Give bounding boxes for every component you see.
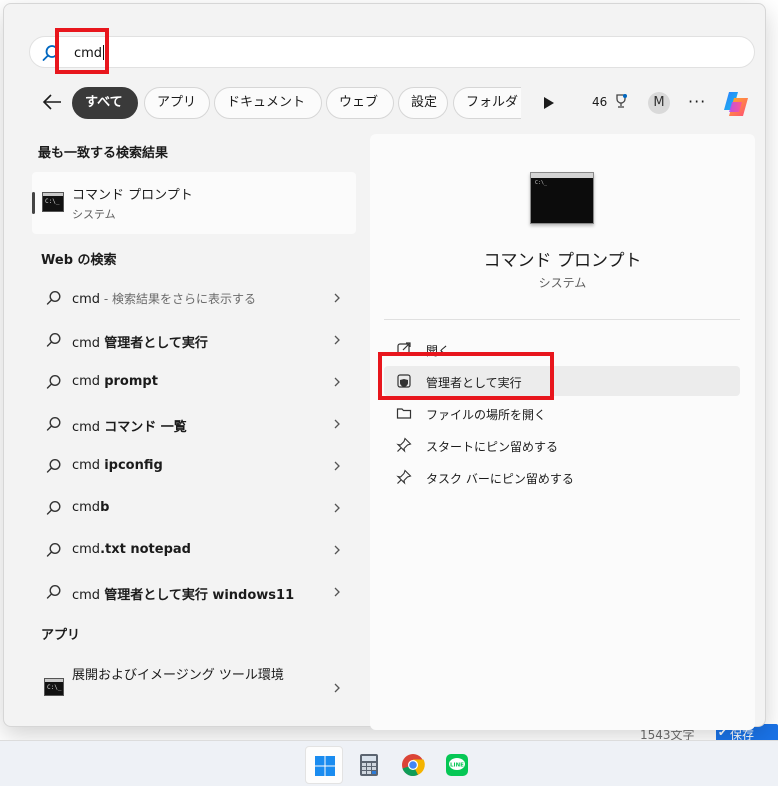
filter-folders[interactable]: フォルダ <box>453 87 521 119</box>
action-label: タスク バーにピン留めする <box>426 472 574 486</box>
best-match-result[interactable]: C:\_ コマンド プロンプト システム <box>32 172 356 234</box>
chrome-button[interactable] <box>394 746 432 784</box>
chevron-right-icon <box>334 503 340 513</box>
copilot-icon[interactable] <box>720 88 752 120</box>
deployment-tools-icon: C:\_ <box>44 678 64 696</box>
calculator-icon <box>360 754 378 776</box>
action-pin-to-taskbar[interactable]: タスク バーにピン留めする <box>384 462 740 492</box>
search-icon <box>46 290 61 305</box>
app-result-item[interactable]: C:\_ 展開およびイメージング ツール環境 <box>40 660 346 716</box>
best-match-title: コマンド プロンプト <box>72 188 193 203</box>
web-search-item[interactable]: cmd prompt <box>40 364 346 400</box>
taskbar: LINE <box>0 740 778 786</box>
search-icon <box>46 332 61 347</box>
preview-title: コマンド プロンプト <box>483 251 642 271</box>
filter-documents[interactable]: ドキュメント <box>214 87 322 119</box>
action-pin-to-start[interactable]: スタートにピン留めする <box>384 430 740 460</box>
filter-settings[interactable]: 設定 <box>398 87 448 119</box>
web-search-label: cmd ipconfig <box>72 458 163 473</box>
web-search-item[interactable]: cmd コマンド 一覧 <box>40 406 346 442</box>
command-prompt-icon: C:\_ <box>42 192 64 212</box>
pin-icon <box>396 469 412 485</box>
svg-text:LINE: LINE <box>450 763 464 769</box>
web-search-label: cmdb <box>72 500 110 515</box>
search-icon <box>46 416 61 431</box>
web-search-label: cmd.txt notepad <box>72 542 191 557</box>
highlight-run-as-admin <box>378 352 554 400</box>
pin-icon <box>396 437 412 453</box>
search-icon <box>46 458 61 473</box>
web-search-label: cmd コマンド 一覧 <box>72 420 187 435</box>
start-icon <box>315 756 335 776</box>
chevron-right-icon <box>334 545 340 555</box>
more-icon[interactable]: ··· <box>688 92 706 111</box>
web-search-item[interactable]: cmd - 検索結果をさらに表示する <box>40 280 346 316</box>
highlight-search-query <box>55 28 109 74</box>
command-prompt-large-icon: C:\_ <box>530 172 594 224</box>
result-preview-pane: C:\_ コマンド プロンプト システム 開く 管理者として実行 ファイルの場所… <box>370 134 755 730</box>
chevron-right-icon <box>334 683 340 693</box>
chevron-right-icon <box>334 377 340 387</box>
chevron-right-icon <box>334 419 340 429</box>
web-search-item[interactable]: cmdb <box>40 490 346 526</box>
avatar[interactable]: M <box>648 92 670 114</box>
web-search-item[interactable]: cmd 管理者として実行 windows11 <box>40 574 346 610</box>
search-icon <box>46 374 61 389</box>
filter-all[interactable]: すべて <box>72 87 138 119</box>
web-search-item[interactable]: cmd ipconfig <box>40 448 346 484</box>
best-match-subtitle: システム <box>72 208 116 221</box>
web-search-heading: Web の検索 <box>41 253 117 268</box>
chevron-right-icon <box>334 335 340 345</box>
web-search-label: cmd 管理者として実行 windows11 <box>72 588 295 603</box>
filter-bar: すべて アプリ ドキュメント ウェブ 設定 フォルダ 46 M ··· <box>40 86 760 120</box>
divider <box>384 319 740 320</box>
action-label: スタートにピン留めする <box>426 440 559 454</box>
search-icon <box>46 584 61 599</box>
search-icon <box>46 542 61 557</box>
filter-web[interactable]: ウェブ <box>326 87 394 119</box>
chevron-right-icon <box>334 587 340 597</box>
preview-subtitle: システム <box>538 276 587 290</box>
scroll-right-icon[interactable] <box>542 95 556 111</box>
app-result-label: 展開およびイメージング ツール環境 <box>72 668 284 683</box>
web-search-item[interactable]: cmd.txt notepad <box>40 532 346 568</box>
chrome-icon <box>402 754 425 777</box>
line-icon: LINE <box>446 754 468 776</box>
search-box[interactable]: cmd <box>29 36 755 68</box>
search-icon <box>46 500 61 515</box>
trophy-icon[interactable] <box>614 93 628 111</box>
back-arrow-icon[interactable] <box>40 90 64 114</box>
web-search-item[interactable]: cmd 管理者として実行 <box>40 322 346 358</box>
chevron-right-icon <box>334 293 340 303</box>
best-match-heading: 最も一致する検索結果 <box>38 146 169 161</box>
rewards-points: 46 <box>592 95 608 109</box>
apps-heading: アプリ <box>41 628 81 643</box>
action-label: ファイルの場所を開く <box>426 408 547 422</box>
calculator-button[interactable] <box>350 746 388 784</box>
folder-icon <box>396 408 412 419</box>
start-button[interactable] <box>305 746 343 784</box>
web-search-label: cmd 管理者として実行 <box>72 336 208 351</box>
selection-indicator <box>32 192 35 214</box>
line-button[interactable]: LINE <box>438 746 476 784</box>
web-search-label: cmd prompt <box>72 374 158 389</box>
filter-apps[interactable]: アプリ <box>144 87 210 119</box>
action-open-file-location[interactable]: ファイルの場所を開く <box>384 398 740 428</box>
chevron-right-icon <box>334 461 340 471</box>
web-search-label: cmd - 検索結果をさらに表示する <box>72 292 257 307</box>
